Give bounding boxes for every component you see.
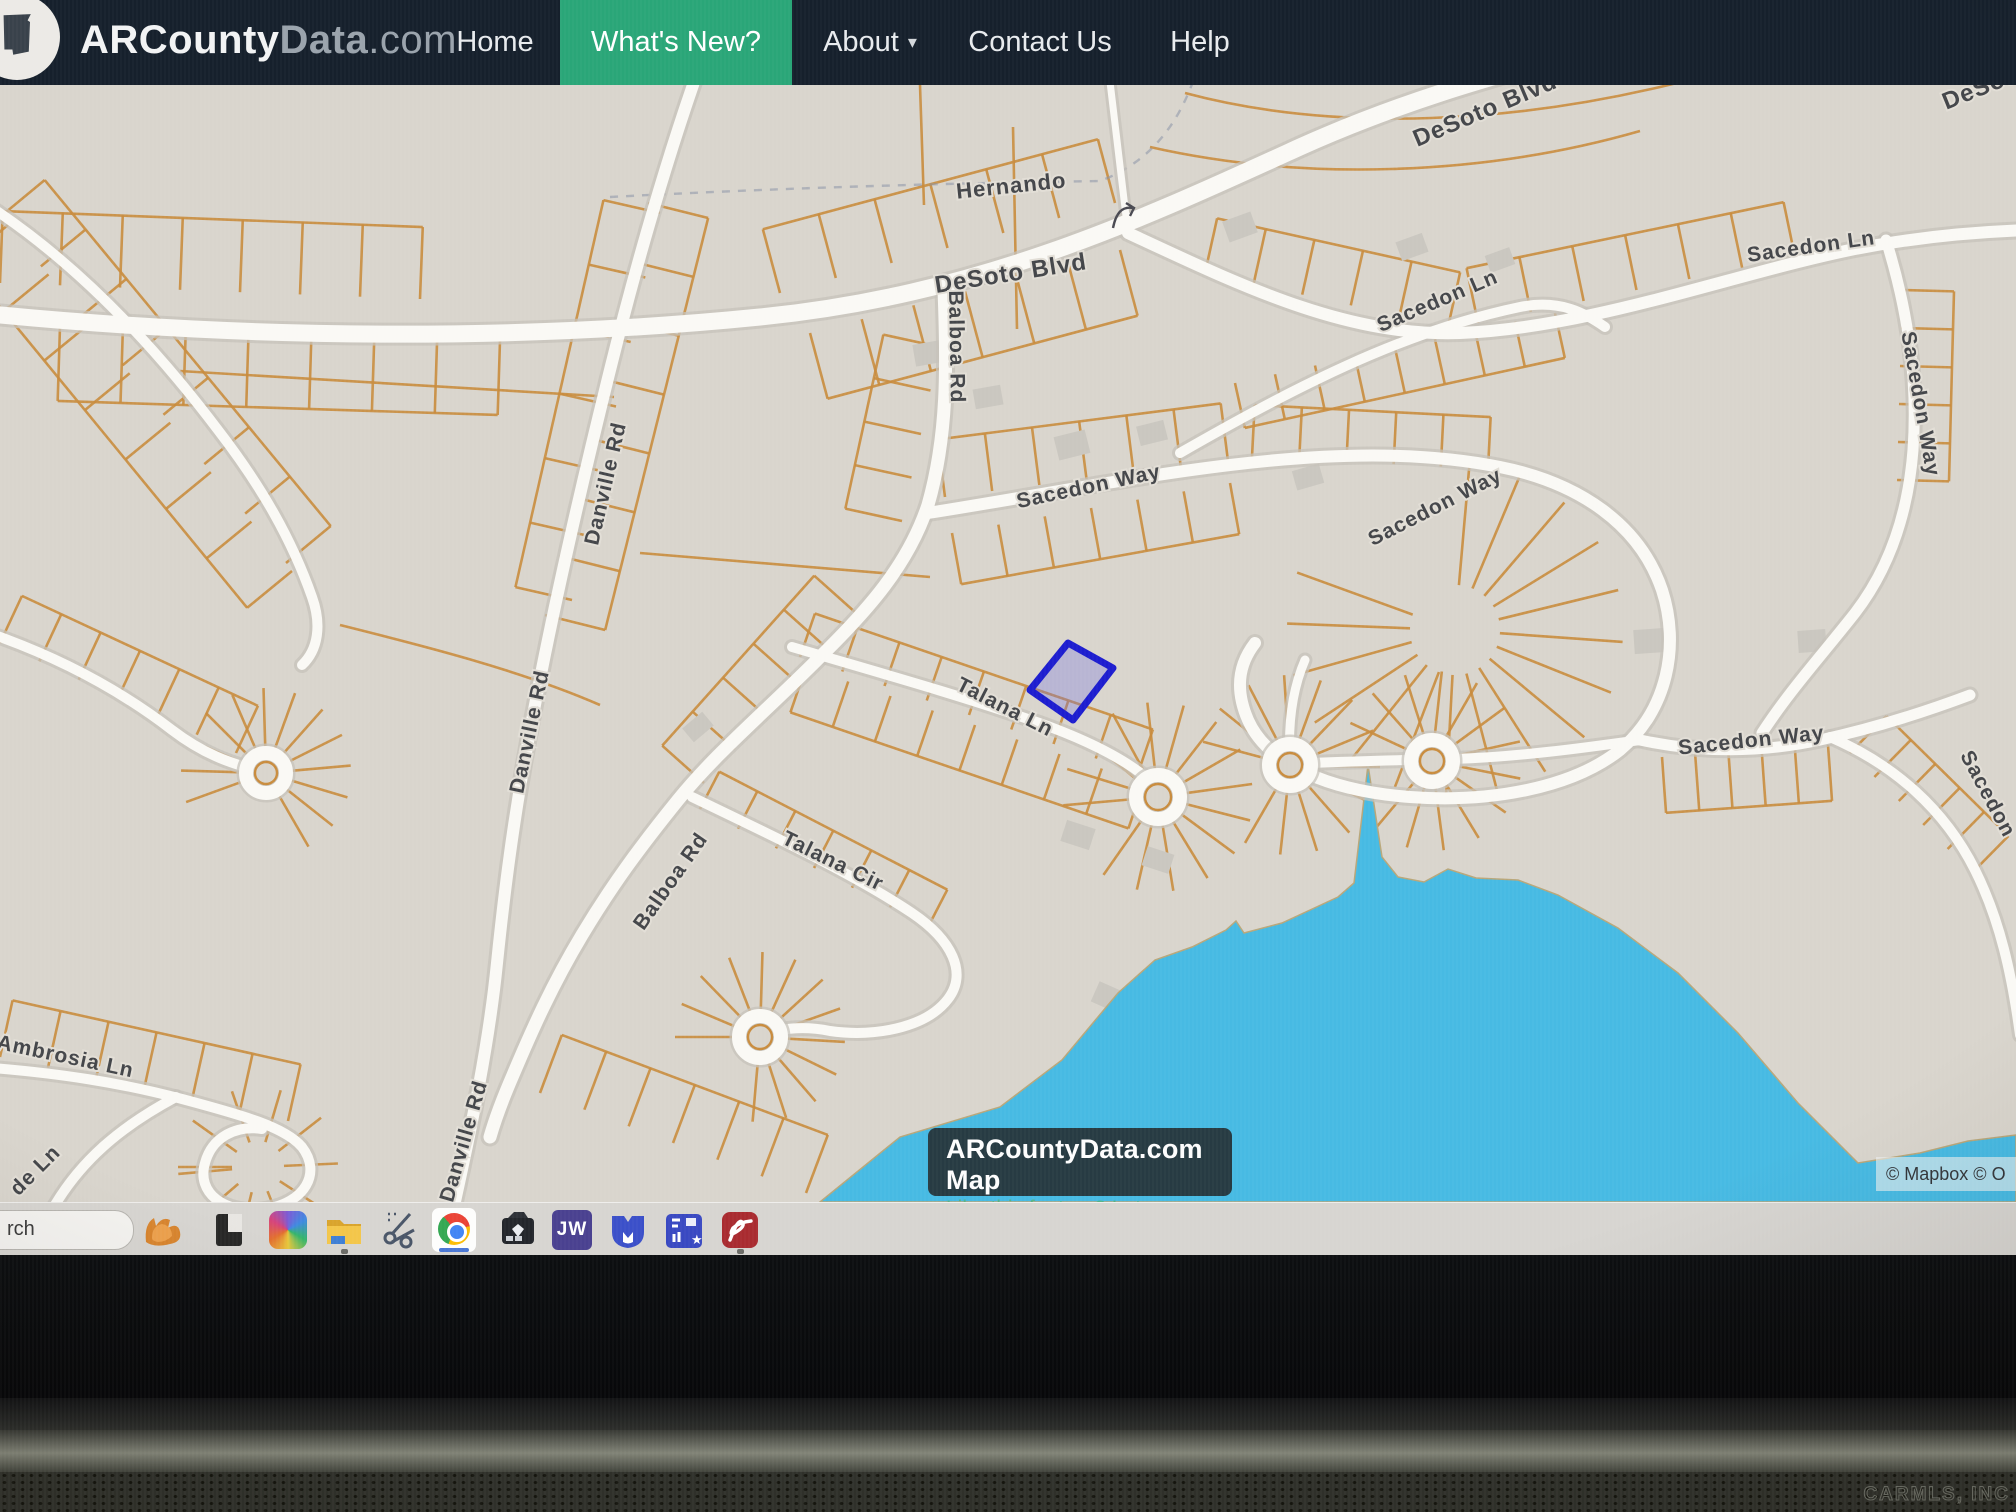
nav-item-help[interactable]: Help xyxy=(1140,0,1260,85)
taskbar-icon-malwarebytes[interactable] xyxy=(606,1208,650,1252)
site-title[interactable]: ARCountyData.com xyxy=(80,18,457,63)
brand-mid: Data xyxy=(280,18,369,62)
laptop-bezel: hp xyxy=(0,1254,2016,1398)
map-attribution[interactable]: © Mapbox © O xyxy=(1876,1157,2016,1191)
nav-contact-label: Contact Us xyxy=(968,26,1111,59)
parcel-map[interactable]: HernandoDeSoto BlvdDeSoto BlvdDeSotoSace… xyxy=(0,85,2016,1202)
chevron-down-icon: ▾ xyxy=(908,32,917,53)
arkansas-state-icon xyxy=(0,10,38,62)
taskbar-icon-acrobat[interactable] xyxy=(718,1208,762,1252)
laptop-hinge-shadow xyxy=(0,1398,2016,1430)
site-logo[interactable] xyxy=(0,0,60,80)
map-canvas: HernandoDeSoto BlvdDeSoto BlvdDeSotoSace… xyxy=(0,85,2016,1202)
folder-running-dot xyxy=(341,1249,348,1254)
svg-text:Balboa Rd: Balboa Rd xyxy=(944,290,969,403)
acrobat-running-dot xyxy=(737,1249,744,1254)
nav-item-home[interactable]: Home xyxy=(430,0,560,85)
taskbar-icon-camera[interactable] xyxy=(496,1208,540,1252)
search-partial-text: rch xyxy=(7,1218,35,1241)
nav-item-whats-new-active[interactable]: What's New? xyxy=(560,0,792,85)
nav-home-label: Home xyxy=(456,26,533,59)
photo-of-laptop-screen: ARCountyData.com Home What's New? About ▾… xyxy=(0,0,2016,1512)
taskbar-search-input[interactable]: rch xyxy=(0,1210,134,1250)
site-navbar: ARCountyData.com Home What's New? About ▾… xyxy=(0,0,2016,85)
nav-help-label: Help xyxy=(1170,26,1230,59)
svg-text:★: ★ xyxy=(691,1232,703,1247)
map-feature-badge: ARCountyData.com Map Like this feature? … xyxy=(928,1128,1232,1196)
taskbar-icon-jw[interactable]: JW xyxy=(550,1208,594,1252)
taskbar-icon-folder[interactable] xyxy=(322,1208,366,1252)
nav-about-label: About xyxy=(823,26,899,59)
map-badge-title: ARCountyData.com Map xyxy=(946,1134,1218,1196)
windows-taskbar: rch JW ★ xyxy=(0,1202,2016,1255)
taskbar-icon-tools[interactable]: ★ xyxy=(662,1208,706,1252)
chrome-active-indicator xyxy=(439,1248,469,1252)
taskbar-icon-snip[interactable] xyxy=(380,1208,424,1252)
brand-prefix: ARCounty xyxy=(80,18,280,62)
nav-item-about[interactable]: About ▾ xyxy=(805,0,935,85)
laptop-hinge-bar xyxy=(0,1430,2016,1472)
taskbar-icon-files-dark[interactable] xyxy=(208,1208,252,1252)
taskbar-icon-colorful[interactable] xyxy=(266,1208,310,1252)
map-attribution-text: © Mapbox © O xyxy=(1886,1164,2006,1185)
taskbar-icon-firefox[interactable] xyxy=(140,1208,184,1252)
nav-whats-new-label: What's New? xyxy=(591,26,761,59)
taskbar-icon-chrome[interactable] xyxy=(432,1208,476,1252)
nav-item-contact-us[interactable]: Contact Us xyxy=(955,0,1125,85)
photo-watermark: CARMLS, INC xyxy=(1863,1484,2010,1506)
laptop-speaker-grille xyxy=(0,1472,2016,1512)
